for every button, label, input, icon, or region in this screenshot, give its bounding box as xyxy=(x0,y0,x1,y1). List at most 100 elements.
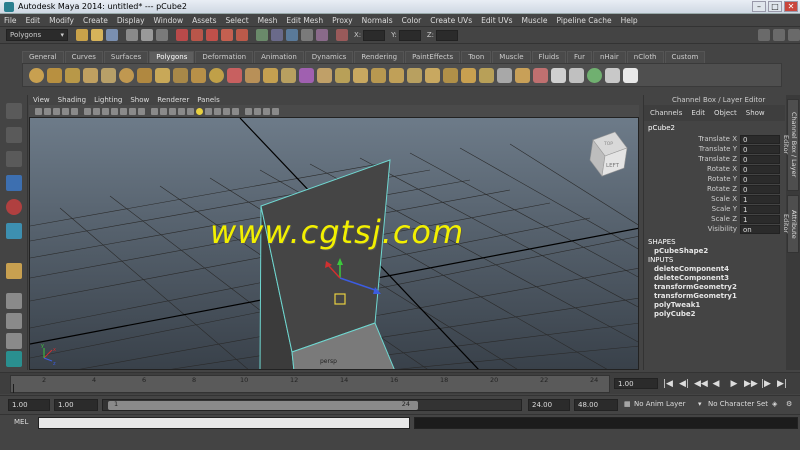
anim-layer-icon[interactable]: ▦ xyxy=(624,400,631,408)
merge-icon[interactable] xyxy=(461,67,476,83)
shadows-icon[interactable] xyxy=(196,107,203,115)
maximize-icon[interactable]: □ xyxy=(768,1,782,12)
insert-edge-loop-icon[interactable] xyxy=(407,67,422,83)
screen-space-ao-icon[interactable] xyxy=(205,107,212,115)
shelf-tab-dynamics[interactable]: Dynamics xyxy=(304,51,354,63)
playback-start-field[interactable]: 1.00 xyxy=(54,399,98,411)
reverse-normals-icon[interactable] xyxy=(533,67,548,83)
menu-color[interactable]: Color xyxy=(402,16,422,25)
shelf-tab-toon[interactable]: Toon xyxy=(461,51,492,63)
four-pane-layout-icon[interactable] xyxy=(6,313,22,329)
range-slider[interactable]: 1 24 xyxy=(102,399,522,411)
input-node[interactable]: deleteComponent4 xyxy=(644,264,785,273)
shape-node[interactable]: pCubeShape2 xyxy=(644,246,785,255)
viewcube[interactable]: LEFT TOP xyxy=(589,131,628,177)
safe-title-icon[interactable] xyxy=(138,107,145,115)
poly-pyramid-icon[interactable] xyxy=(155,67,170,83)
step-back-key-button[interactable]: ◀◀ xyxy=(694,378,708,390)
channel-menu-object[interactable]: Object xyxy=(714,109,737,117)
resolution-gate-icon[interactable] xyxy=(102,107,109,115)
poly-plane-icon[interactable] xyxy=(101,67,116,83)
open-scene-icon[interactable] xyxy=(91,29,103,41)
input-node[interactable]: polyTweak1 xyxy=(644,300,785,309)
wireframe-on-shaded-icon[interactable] xyxy=(169,107,176,115)
channel-menu-channels[interactable]: Channels xyxy=(650,109,682,117)
side-tab-attribute-editor[interactable]: Attribute Editor xyxy=(782,195,799,253)
shelf-tab-animation[interactable]: Animation xyxy=(254,51,304,63)
menu-modify[interactable]: Modify xyxy=(49,16,74,25)
menu-muscle[interactable]: Muscle xyxy=(522,16,548,25)
animation-start-field[interactable]: 1.00 xyxy=(8,399,50,411)
menu-help[interactable]: Help xyxy=(621,16,638,25)
y-field[interactable] xyxy=(398,29,421,41)
hypershade-icon[interactable] xyxy=(316,29,328,41)
scale-tool-icon[interactable] xyxy=(6,223,22,239)
use-all-lights-icon[interactable] xyxy=(187,107,194,115)
go-to-start-button[interactable]: |◀ xyxy=(662,378,674,390)
go-to-end-button[interactable]: ▶| xyxy=(776,378,788,390)
automatic-mapping-icon[interactable] xyxy=(605,67,620,83)
menu-edit-mesh[interactable]: Edit Mesh xyxy=(286,16,323,25)
step-forward-frame-button[interactable]: |▶ xyxy=(760,378,772,390)
viewport-menu-show[interactable]: Show xyxy=(130,96,149,104)
shelf-tab-general[interactable]: General xyxy=(22,51,64,63)
time-slider-track[interactable]: 2 4 6 8 10 12 14 16 18 20 22 24 xyxy=(10,375,610,393)
wireframe-icon[interactable] xyxy=(151,107,158,115)
attr-rotate-z[interactable]: Rotate Z0 xyxy=(644,184,785,194)
merge-to-center-icon[interactable] xyxy=(479,67,494,83)
step-forward-key-button[interactable]: ▶▶ xyxy=(744,378,758,390)
triangulate-icon[interactable] xyxy=(515,67,530,83)
attr-value[interactable]: 1 xyxy=(740,204,780,214)
attr-value[interactable]: on xyxy=(740,224,780,234)
minimize-icon[interactable]: – xyxy=(752,1,766,12)
persp-outliner-layout-icon[interactable] xyxy=(6,333,22,349)
history-icon[interactable] xyxy=(256,29,268,41)
poly-sphere-icon[interactable] xyxy=(29,67,44,83)
attr-value[interactable]: 1 xyxy=(740,214,780,224)
render-settings-icon[interactable] xyxy=(301,29,313,41)
combine-icon[interactable] xyxy=(227,67,242,83)
attr-translate-x[interactable]: Translate X0 xyxy=(644,134,785,144)
shelf-tab-curves[interactable]: Curves xyxy=(64,51,103,63)
input-mode-icon[interactable] xyxy=(336,29,348,41)
attr-value[interactable]: 0 xyxy=(740,164,780,174)
poly-helix-icon[interactable] xyxy=(191,67,206,83)
ipr-render-icon[interactable] xyxy=(286,29,298,41)
select-tool-icon[interactable] xyxy=(6,103,22,119)
shelf-tab-fluids[interactable]: Fluids xyxy=(531,51,566,63)
snap-curve-icon[interactable] xyxy=(191,29,203,41)
camera-bookmarks-icon[interactable] xyxy=(44,107,51,115)
anim-layer-label[interactable]: No Anim Layer xyxy=(634,400,685,408)
playback-end-field[interactable]: 24.00 xyxy=(528,399,570,411)
poly-cylinder-icon[interactable] xyxy=(65,67,80,83)
tool-settings-toggle-icon[interactable] xyxy=(773,29,786,41)
xray-joints-icon[interactable] xyxy=(263,107,270,115)
current-frame-field[interactable]: 1.00 xyxy=(614,378,658,389)
grease-pencil-icon[interactable] xyxy=(71,107,78,115)
smooth-shade-icon[interactable] xyxy=(160,107,167,115)
menu-file[interactable]: File xyxy=(4,16,17,25)
menu-edit[interactable]: Edit xyxy=(26,16,41,25)
menu-assets[interactable]: Assets xyxy=(192,16,216,25)
character-set-label[interactable]: No Character Set xyxy=(708,400,768,408)
viewport-menu-view[interactable]: View xyxy=(33,96,50,104)
save-scene-icon[interactable] xyxy=(106,29,118,41)
attr-value[interactable]: 0 xyxy=(740,154,780,164)
attr-value[interactable]: 0 xyxy=(740,184,780,194)
viewport-menu-shading[interactable]: Shading xyxy=(58,96,86,104)
preferences-icon[interactable]: ⚙ xyxy=(786,400,792,408)
play-backwards-button[interactable]: ◀ xyxy=(710,378,722,390)
poly-cube-icon[interactable] xyxy=(47,67,62,83)
bridge-icon[interactable] xyxy=(335,67,350,83)
input-node[interactable]: deleteComponent3 xyxy=(644,273,785,282)
poly-pipe-icon[interactable] xyxy=(173,67,188,83)
menu-mesh[interactable]: Mesh xyxy=(258,16,278,25)
character-set-icon[interactable]: ▾ xyxy=(698,400,702,408)
viewport-menu-renderer[interactable]: Renderer xyxy=(157,96,189,104)
lasso-tool-icon[interactable] xyxy=(6,127,22,143)
select-object-icon[interactable] xyxy=(141,29,153,41)
menu-edit-uvs[interactable]: Edit UVs xyxy=(481,16,512,25)
safe-action-icon[interactable] xyxy=(129,107,136,115)
shelf-tab-surfaces[interactable]: Surfaces xyxy=(103,51,149,63)
last-tool-icon[interactable] xyxy=(6,263,22,279)
